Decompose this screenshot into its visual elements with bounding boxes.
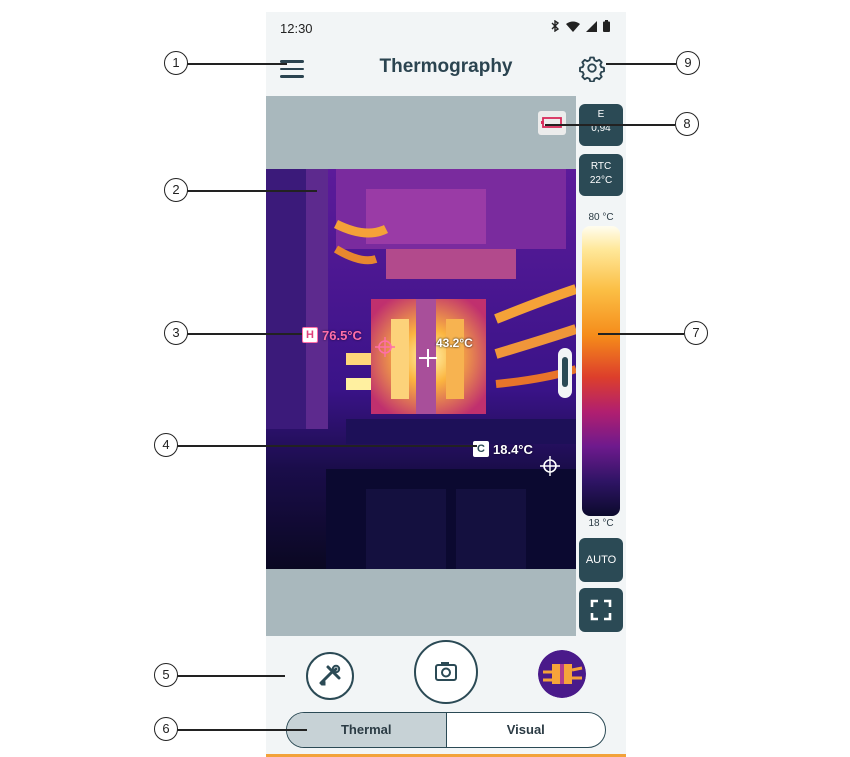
- temperature-scale-bar[interactable]: [582, 226, 620, 516]
- thermal-scene: [266, 169, 576, 569]
- callout-9: 9: [676, 51, 700, 75]
- thermal-viewer[interactable]: H 76.5°C 43.2°C C 18.4°C: [266, 96, 576, 636]
- callout-3: 3: [164, 321, 188, 345]
- hot-tag: H: [302, 327, 318, 343]
- status-bar: 12:30: [266, 12, 626, 42]
- cold-spot-temperature: 18.4°C: [493, 441, 533, 457]
- callout-6: 6: [154, 717, 178, 741]
- camera-icon: [435, 662, 457, 681]
- scale-drag-handle[interactable]: [558, 348, 572, 398]
- auto-scale-button[interactable]: AUTO: [579, 538, 623, 582]
- leader-line-8: [545, 124, 675, 126]
- callout-5: 5: [154, 663, 178, 687]
- leader-line-1: [187, 63, 287, 65]
- bottom-controls: Thermal Visual: [266, 636, 626, 757]
- right-panel: E 0,94 RTC 22°C 80 °C 18 °C AUTO: [576, 96, 626, 636]
- visual-mode-option[interactable]: Visual: [447, 713, 606, 747]
- battery-icon: [603, 20, 610, 32]
- emissivity-label: E: [597, 109, 605, 120]
- app-bar: Thermography: [266, 42, 626, 96]
- gallery-thumbnail-button[interactable]: [538, 650, 586, 698]
- callout-7: 7: [684, 321, 708, 345]
- callout-4: 4: [154, 433, 178, 457]
- leader-line-9: [606, 63, 676, 65]
- leader-line-3: [187, 333, 302, 335]
- tools-icon: [319, 664, 341, 686]
- leader-line-2: [187, 190, 317, 192]
- page-title: Thermography: [379, 56, 513, 77]
- hot-spot-label: H 76.5°C: [302, 327, 362, 343]
- leader-line-6: [177, 729, 307, 731]
- center-spot-temperature: 43.2°C: [436, 336, 473, 350]
- frame-icon: [541, 117, 562, 128]
- thermal-image[interactable]: H 76.5°C 43.2°C C 18.4°C: [266, 169, 576, 569]
- scale-min-label: 18 °C: [588, 518, 614, 529]
- fullscreen-button[interactable]: [579, 588, 623, 632]
- capture-button[interactable]: [414, 640, 478, 704]
- callout-8: 8: [675, 112, 699, 136]
- signal-icon: [586, 20, 597, 32]
- status-icons: [551, 20, 610, 32]
- settings-gear-icon[interactable]: [578, 54, 606, 82]
- cold-tag: C: [473, 441, 489, 457]
- fullscreen-icon: [590, 599, 612, 621]
- bluetooth-icon: [551, 20, 560, 32]
- wifi-icon: [566, 21, 580, 32]
- rtc-value: 22°C: [589, 175, 613, 186]
- cold-spot-label: C 18.4°C: [473, 441, 533, 457]
- rtc-button[interactable]: RTC 22°C: [579, 154, 623, 196]
- tools-button[interactable]: [306, 652, 354, 700]
- hot-spot-temperature: 76.5°C: [322, 327, 362, 343]
- leader-line-5: [177, 675, 285, 677]
- scale-max-label: 80 °C: [588, 212, 614, 223]
- status-time: 12:30: [280, 21, 313, 36]
- view-mode-toggle[interactable]: Thermal Visual: [286, 712, 606, 748]
- leader-line-4: [177, 445, 477, 447]
- thermal-mode-option[interactable]: Thermal: [287, 713, 447, 747]
- callout-1: 1: [164, 51, 188, 75]
- gallery-thumbnail: [538, 650, 586, 698]
- frame-overlay-button[interactable]: [538, 111, 566, 135]
- leader-line-7: [598, 333, 684, 335]
- callout-2: 2: [164, 178, 188, 202]
- rtc-label: RTC: [590, 161, 612, 172]
